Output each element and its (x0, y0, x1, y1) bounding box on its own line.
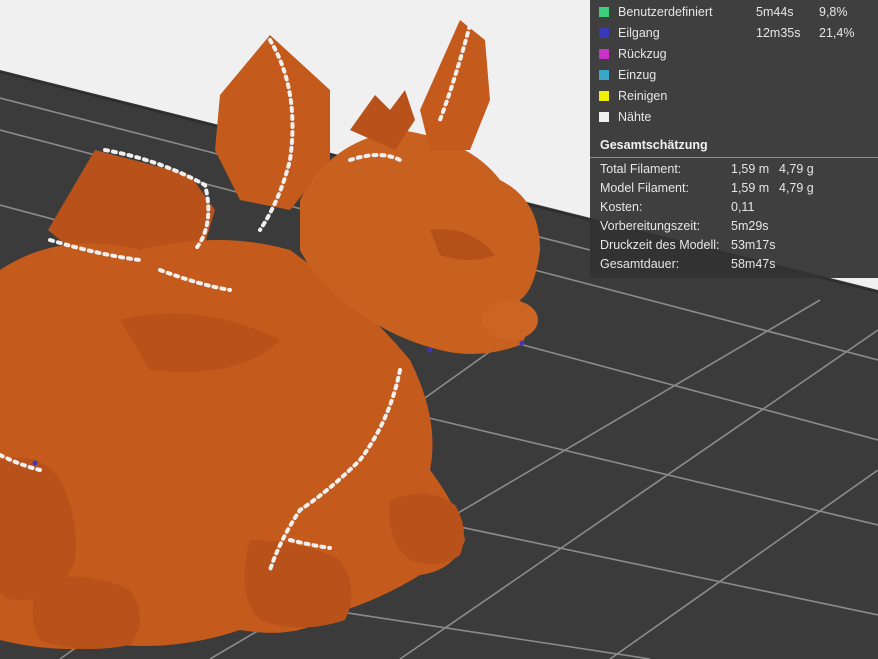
legend-label: Eilgang (618, 26, 660, 40)
estimate-value: 4,79 g (779, 162, 814, 176)
estimate-row: Gesamtdauer: 58m47s (590, 255, 878, 274)
legend-swatch (599, 7, 609, 17)
estimate-label: Vorbereitungszeit: (600, 219, 701, 233)
legend-label: Einzug (618, 68, 657, 82)
estimate-label: Kosten: (600, 200, 643, 214)
travel-marker (427, 347, 433, 353)
legend-time: 12m35s (756, 26, 801, 40)
estimate-value: 1,59 m (731, 181, 770, 195)
legend-panel: Benutzerdefiniert 5m44s 9,8% Eilgang 12m… (590, 0, 878, 278)
estimate-value: 1,59 m (731, 162, 770, 176)
legend-swatch (599, 49, 609, 59)
estimate-label: Model Filament: (600, 181, 689, 195)
legend-item[interactable]: Reinigen (590, 86, 878, 107)
legend-label: Benutzerdefiniert (618, 5, 713, 19)
legend-item[interactable]: Benutzerdefiniert 5m44s 9,8% (590, 2, 878, 23)
estimate-value: 0,11 (731, 200, 755, 214)
estimate-value: 5m29s (731, 219, 769, 233)
estimate-divider (590, 157, 878, 158)
legend-item[interactable]: Einzug (590, 65, 878, 86)
estimate-title: Gesamtschätzung (600, 138, 708, 152)
legend-swatch (599, 112, 609, 122)
estimate-row: Druckzeit des Modell: 53m17s (590, 236, 878, 255)
estimate-label: Gesamtdauer: (600, 257, 680, 271)
estimate-value: 58m47s (731, 257, 776, 271)
legend-item[interactable]: Rückzug (590, 44, 878, 65)
estimate-row: Total Filament: 1,59 m 4,79 g (590, 160, 878, 179)
legend-percent: 21,4% (819, 26, 855, 40)
estimate-label: Druckzeit des Modell: (600, 238, 720, 252)
legend-label: Rückzug (618, 47, 667, 61)
travel-marker (519, 340, 525, 346)
legend-item[interactable]: Eilgang 12m35s 21,4% (590, 23, 878, 44)
estimate-value: 4,79 g (779, 181, 814, 195)
travel-marker (32, 460, 38, 466)
estimate-row: Vorbereitungszeit: 5m29s (590, 217, 878, 236)
legend-time: 5m44s (756, 5, 794, 19)
legend-swatch (599, 70, 609, 80)
legend-label: Nähte (618, 110, 652, 124)
estimate-row: Kosten: 0,11 (590, 198, 878, 217)
legend-item[interactable]: Nähte (590, 107, 878, 128)
legend-percent: 9,8% (819, 5, 848, 19)
legend-swatch (599, 28, 609, 38)
legend-label: Reinigen (618, 89, 668, 103)
estimate-value: 53m17s (731, 238, 776, 252)
estimate-label: Total Filament: (600, 162, 682, 176)
legend-swatch (599, 91, 609, 101)
estimate-row: Model Filament: 1,59 m 4,79 g (590, 179, 878, 198)
